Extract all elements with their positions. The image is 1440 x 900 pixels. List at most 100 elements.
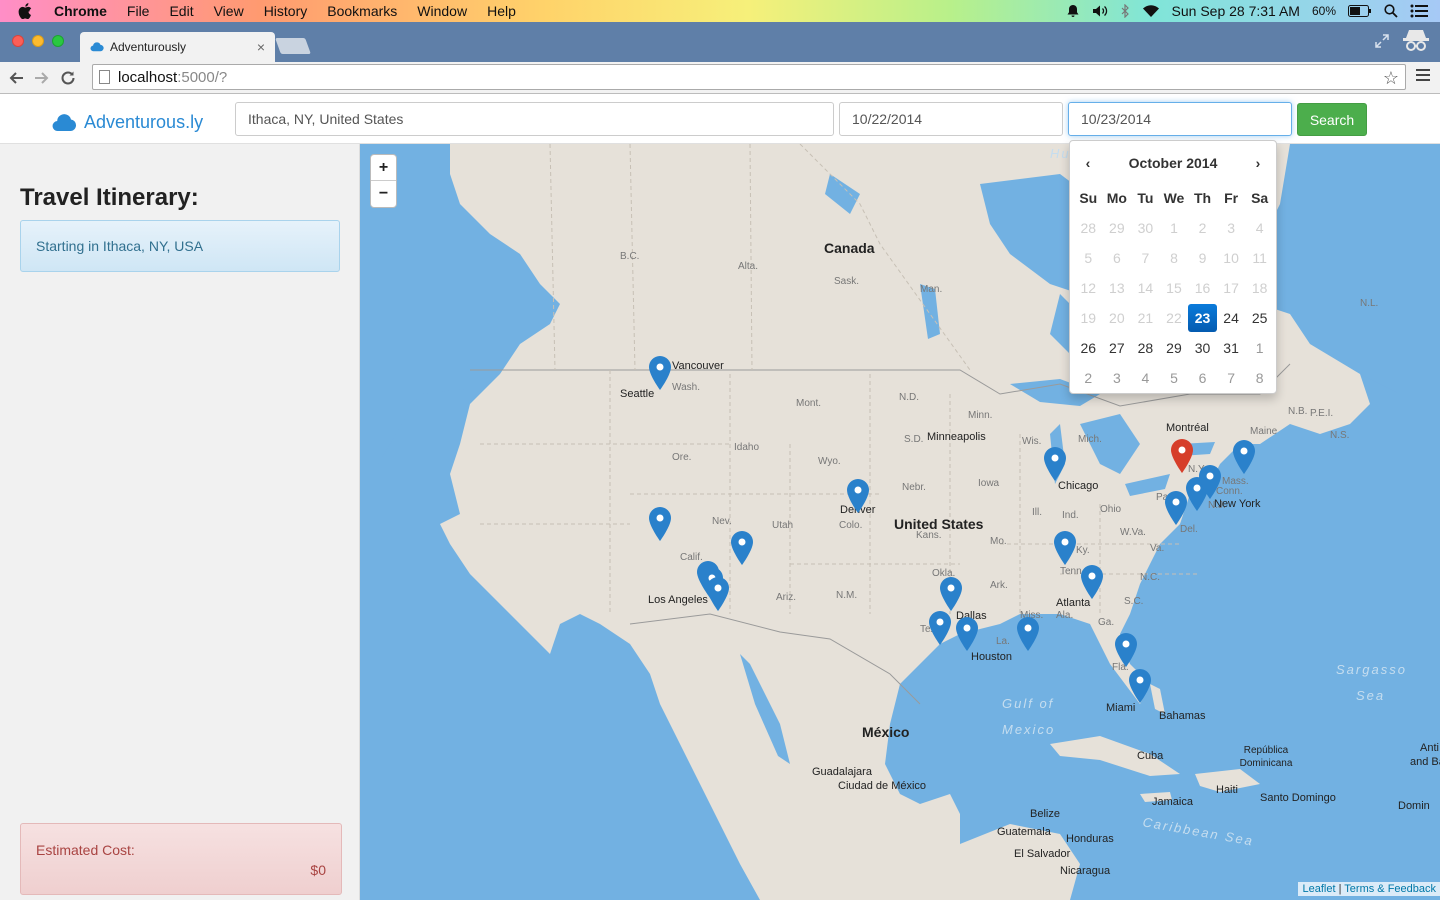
- itinerary-item[interactable]: Starting in Ithaca, NY, USA: [20, 220, 340, 272]
- cloud-logo-icon: [52, 113, 77, 131]
- reload-icon[interactable]: [58, 68, 78, 88]
- new-tab-button[interactable]: [275, 38, 311, 54]
- datepicker-day-disabled: 1: [1170, 220, 1178, 236]
- menu-window[interactable]: Window: [417, 3, 467, 19]
- menu-bookmarks[interactable]: Bookmarks: [327, 3, 397, 19]
- map-view[interactable]: Canada United States México B.C. Alta. S…: [360, 144, 1440, 900]
- label-honduras: Honduras: [1066, 833, 1114, 845]
- bookmark-star-icon[interactable]: ☆: [1383, 68, 1399, 89]
- fullscreen-icon[interactable]: [1374, 33, 1390, 54]
- chrome-menu-icon[interactable]: [1416, 69, 1430, 84]
- datepicker-next-button[interactable]: ›: [1243, 155, 1273, 171]
- datepicker-day-next-month[interactable]: 4: [1131, 363, 1160, 393]
- datepicker-week-row: 12 13 14 15 16 17 18: [1074, 273, 1274, 303]
- map-marker-louisville[interactable]: [1053, 530, 1077, 566]
- battery-icon[interactable]: [1348, 5, 1372, 17]
- datepicker-day-next-month[interactable]: 3: [1103, 363, 1132, 393]
- map-marker-austin[interactable]: [928, 610, 952, 646]
- browser-tab-adventurously[interactable]: Adventurously ×: [80, 32, 275, 62]
- zoom-in-button[interactable]: +: [371, 155, 396, 181]
- menu-help[interactable]: Help: [487, 3, 516, 19]
- map-marker-houston[interactable]: [955, 616, 979, 652]
- window-minimize-button[interactable]: [32, 35, 44, 47]
- weekday-header: We: [1163, 190, 1185, 206]
- leaflet-link[interactable]: Leaflet: [1302, 883, 1335, 895]
- label-republica-dominicana: República Dominicana: [1239, 745, 1293, 769]
- wifi-icon[interactable]: [1142, 4, 1160, 18]
- menu-edit[interactable]: Edit: [169, 3, 193, 19]
- label-sargasso-1: Sargasso: [1336, 662, 1407, 677]
- map-marker-atlanta[interactable]: [1080, 564, 1104, 600]
- end-date-input[interactable]: [1068, 102, 1292, 136]
- cloud-favicon-icon: [90, 42, 104, 52]
- notification-center-icon[interactable]: [1410, 4, 1428, 18]
- page-icon: [99, 70, 110, 84]
- map-marker-san-diego[interactable]: [706, 576, 730, 612]
- datepicker-day[interactable]: 26: [1074, 333, 1103, 363]
- map-marker-miami[interactable]: [1128, 668, 1152, 704]
- menu-history[interactable]: History: [264, 3, 308, 19]
- tab-close-icon[interactable]: ×: [257, 39, 265, 55]
- datepicker-day-disabled: 12: [1080, 280, 1097, 296]
- address-bar[interactable]: localhost:5000/? ☆: [92, 64, 1406, 90]
- menubar-clock[interactable]: Sun Sep 28 7:31 AM: [1172, 3, 1300, 19]
- notification-bell-icon[interactable]: [1066, 4, 1080, 18]
- datepicker-day-next-month[interactable]: 2: [1074, 363, 1103, 393]
- map-marker-dallas[interactable]: [939, 576, 963, 612]
- label-jamaica: Jamaica: [1152, 796, 1193, 808]
- map-marker-seattle[interactable]: [648, 355, 672, 391]
- back-arrow-icon[interactable]: [6, 68, 26, 88]
- datepicker-day[interactable]: 27: [1103, 333, 1132, 363]
- map-marker-ithaca-start[interactable]: [1170, 438, 1194, 474]
- brand-logo[interactable]: Adventurous.ly: [52, 112, 203, 133]
- bluetooth-icon[interactable]: [1120, 4, 1130, 18]
- forward-arrow-icon[interactable]: [32, 68, 52, 88]
- map-marker-denver[interactable]: [846, 478, 870, 514]
- datepicker-prev-button[interactable]: ‹: [1073, 155, 1103, 171]
- datepicker-day[interactable]: 31: [1217, 333, 1246, 363]
- battery-percent[interactable]: 60%: [1312, 4, 1336, 18]
- datepicker-day-disabled: 21: [1137, 310, 1154, 326]
- spotlight-search-icon[interactable]: [1384, 4, 1398, 18]
- label-vancouver: Vancouver: [672, 360, 724, 372]
- label-domin: Domin: [1398, 800, 1430, 812]
- menu-file[interactable]: File: [127, 3, 150, 19]
- map-marker-las-vegas[interactable]: [730, 530, 754, 566]
- apple-icon[interactable]: [18, 3, 36, 19]
- map-marker-san-francisco[interactable]: [648, 506, 672, 542]
- map-marker-boston[interactable]: [1232, 439, 1256, 475]
- label-mont: Mont.: [796, 398, 822, 409]
- menu-app-name[interactable]: Chrome: [54, 3, 107, 19]
- volume-icon[interactable]: [1092, 4, 1108, 18]
- map-marker-orlando[interactable]: [1114, 632, 1138, 668]
- search-button[interactable]: Search: [1297, 103, 1367, 136]
- location-input[interactable]: [235, 102, 834, 136]
- datepicker-day-disabled: 17: [1223, 280, 1239, 296]
- label-ariz: Ariz.: [776, 592, 796, 603]
- map-marker-new-orleans[interactable]: [1016, 616, 1040, 652]
- datepicker-day[interactable]: 29: [1160, 333, 1189, 363]
- datepicker-day-selected[interactable]: 23: [1188, 304, 1217, 332]
- datepicker-day[interactable]: 30: [1188, 333, 1217, 363]
- datepicker-day-next-month[interactable]: 7: [1217, 363, 1246, 393]
- label-bahamas: Bahamas: [1159, 710, 1206, 722]
- datepicker-day[interactable]: 24: [1217, 303, 1246, 333]
- label-cuba: Cuba: [1137, 750, 1164, 762]
- menu-view[interactable]: View: [214, 3, 244, 19]
- window-close-button[interactable]: [12, 35, 24, 47]
- incognito-profile-icon[interactable]: [1400, 28, 1432, 59]
- datepicker-day[interactable]: 28: [1131, 333, 1160, 363]
- start-date-input[interactable]: [839, 102, 1063, 136]
- datepicker-day-next-month[interactable]: 5: [1160, 363, 1189, 393]
- window-zoom-button[interactable]: [52, 35, 64, 47]
- datepicker-day[interactable]: 25: [1245, 303, 1274, 333]
- zoom-out-button[interactable]: −: [371, 181, 396, 207]
- terms-feedback-link[interactable]: Terms & Feedback: [1344, 883, 1436, 895]
- datepicker-day-next-month[interactable]: 8: [1245, 363, 1274, 393]
- label-canada: Canada: [824, 240, 875, 256]
- datepicker-day-next-month[interactable]: 1: [1245, 333, 1274, 363]
- label-wva: W.Va.: [1120, 527, 1146, 538]
- map-marker-new-york[interactable]: [1198, 464, 1222, 500]
- map-marker-chicago[interactable]: [1043, 446, 1067, 482]
- datepicker-day-next-month[interactable]: 6: [1188, 363, 1217, 393]
